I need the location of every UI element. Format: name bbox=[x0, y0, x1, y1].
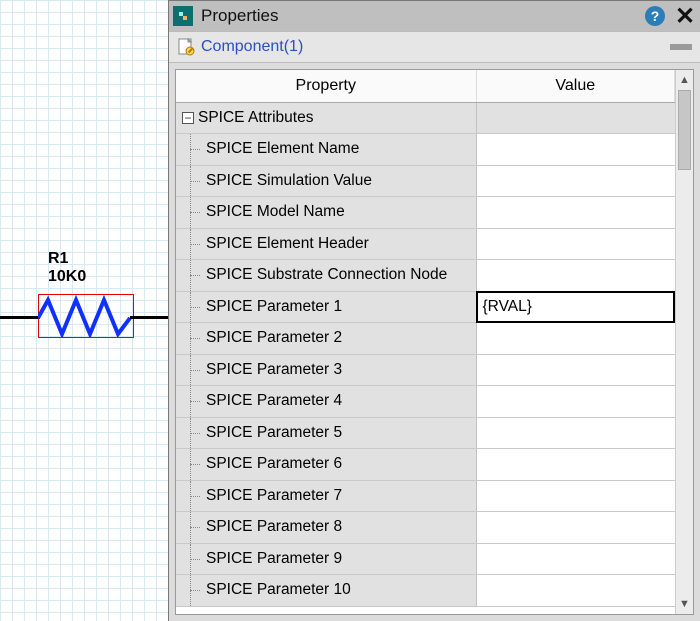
panel-titlebar[interactable]: Properties ? ✕ bbox=[169, 1, 700, 31]
property-label: SPICE Element Header bbox=[176, 228, 476, 260]
group-label: SPICE Attributes bbox=[198, 109, 313, 126]
document-icon bbox=[177, 38, 195, 56]
scroll-up-icon[interactable]: ▲ bbox=[676, 70, 693, 90]
resistor-icon bbox=[38, 294, 134, 338]
property-value-cell[interactable] bbox=[476, 512, 675, 544]
close-icon: ✕ bbox=[675, 2, 695, 31]
property-label: SPICE Element Name bbox=[176, 134, 476, 166]
table-row[interactable]: SPICE Parameter 8 bbox=[176, 512, 675, 544]
table-row[interactable]: SPICE Parameter 3 bbox=[176, 354, 675, 386]
property-value-cell[interactable] bbox=[476, 323, 675, 355]
property-grid-wrap: Property Value −SPICE AttributesSPICE El… bbox=[175, 69, 694, 615]
property-value-cell[interactable] bbox=[476, 354, 675, 386]
component-ref: R1 bbox=[48, 250, 86, 268]
property-value-cell[interactable] bbox=[476, 165, 675, 197]
column-header-property[interactable]: Property bbox=[176, 70, 476, 102]
table-row[interactable]: SPICE Substrate Connection Node bbox=[176, 260, 675, 292]
table-row[interactable]: SPICE Parameter 10 bbox=[176, 575, 675, 607]
table-row[interactable]: SPICE Parameter 5 bbox=[176, 417, 675, 449]
table-row[interactable]: SPICE Parameter 2 bbox=[176, 323, 675, 355]
property-label: SPICE Parameter 9 bbox=[176, 543, 476, 575]
property-value-cell[interactable] bbox=[476, 228, 675, 260]
table-row[interactable]: SPICE Parameter 1{RVAL} bbox=[176, 291, 675, 323]
properties-panel: Properties ? ✕ Component(1) Property Val… bbox=[168, 0, 700, 621]
group-row-spice-attributes[interactable]: −SPICE Attributes bbox=[176, 102, 675, 134]
component-labels: R1 10K0 bbox=[48, 250, 86, 286]
close-button[interactable]: ✕ bbox=[670, 1, 700, 31]
table-row[interactable]: SPICE Simulation Value bbox=[176, 165, 675, 197]
wire-left bbox=[0, 316, 40, 319]
property-value-cell[interactable] bbox=[476, 480, 675, 512]
panel-title: Properties bbox=[201, 6, 640, 26]
wire-right bbox=[130, 316, 170, 319]
property-grid[interactable]: Property Value −SPICE AttributesSPICE El… bbox=[176, 70, 675, 614]
property-label: SPICE Parameter 10 bbox=[176, 575, 476, 607]
component-value: 10K0 bbox=[48, 268, 86, 286]
property-value-cell[interactable] bbox=[476, 417, 675, 449]
property-label: SPICE Substrate Connection Node bbox=[176, 260, 476, 292]
resistor-component[interactable]: R1 10K0 bbox=[0, 292, 170, 352]
scroll-track[interactable] bbox=[676, 90, 693, 594]
property-value-cell[interactable] bbox=[476, 386, 675, 418]
property-label: SPICE Parameter 2 bbox=[176, 323, 476, 355]
table-row[interactable]: SPICE Parameter 4 bbox=[176, 386, 675, 418]
property-label: SPICE Parameter 1 bbox=[176, 291, 476, 323]
property-label: SPICE Parameter 7 bbox=[176, 480, 476, 512]
group-toggle-icon[interactable]: − bbox=[182, 112, 194, 124]
property-label: SPICE Parameter 4 bbox=[176, 386, 476, 418]
table-row[interactable]: SPICE Model Name bbox=[176, 197, 675, 229]
property-value-cell[interactable] bbox=[476, 197, 675, 229]
property-label: SPICE Model Name bbox=[176, 197, 476, 229]
panel-subbar: Component(1) bbox=[169, 31, 700, 63]
table-row[interactable]: SPICE Parameter 7 bbox=[176, 480, 675, 512]
table-row[interactable]: SPICE Parameter 6 bbox=[176, 449, 675, 481]
scroll-down-icon[interactable]: ▼ bbox=[676, 594, 693, 614]
table-row[interactable]: SPICE Element Header bbox=[176, 228, 675, 260]
table-row[interactable]: SPICE Element Name bbox=[176, 134, 675, 166]
column-header-value[interactable]: Value bbox=[476, 70, 675, 102]
property-label: SPICE Parameter 3 bbox=[176, 354, 476, 386]
property-value-cell[interactable] bbox=[476, 449, 675, 481]
help-button[interactable]: ? bbox=[640, 1, 670, 31]
scrollbar-vertical[interactable]: ▲ ▼ bbox=[675, 70, 693, 614]
selection-link[interactable]: Component(1) bbox=[201, 38, 303, 56]
property-value-cell[interactable]: {RVAL} bbox=[476, 291, 675, 323]
table-row[interactable]: SPICE Parameter 9 bbox=[176, 543, 675, 575]
property-value-cell[interactable] bbox=[476, 134, 675, 166]
property-label: SPICE Parameter 8 bbox=[176, 512, 476, 544]
property-value-cell[interactable] bbox=[476, 543, 675, 575]
minimize-bar-icon[interactable] bbox=[670, 44, 692, 50]
property-label: SPICE Parameter 6 bbox=[176, 449, 476, 481]
help-icon: ? bbox=[645, 6, 665, 26]
panel-icon bbox=[173, 6, 193, 26]
property-label: SPICE Simulation Value bbox=[176, 165, 476, 197]
scroll-thumb[interactable] bbox=[678, 90, 691, 170]
property-value-cell[interactable] bbox=[476, 575, 675, 607]
property-value-cell[interactable] bbox=[476, 260, 675, 292]
property-label: SPICE Parameter 5 bbox=[176, 417, 476, 449]
